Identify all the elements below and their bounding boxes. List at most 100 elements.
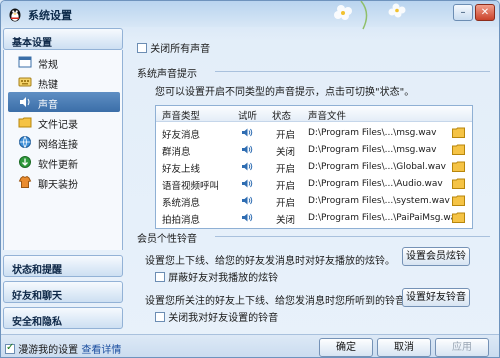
sound-type-cell: 好友上线 bbox=[162, 164, 201, 175]
preview-speaker-icon[interactable] bbox=[241, 144, 253, 155]
column-header-type: 声音类型 bbox=[162, 111, 201, 122]
sidebar-item-label: 文件记录 bbox=[38, 120, 78, 131]
sidebar-item-file-records[interactable]: 文件记录 bbox=[8, 112, 120, 132]
sound-type-cell: 拍拍消息 bbox=[162, 215, 201, 226]
table-row[interactable]: 群消息 关闭 D:\Program Files\...\msg.wav bbox=[156, 141, 472, 158]
ok-button[interactable]: 确定 bbox=[319, 338, 373, 357]
keyboard-icon bbox=[18, 77, 32, 87]
browse-folder-icon[interactable] bbox=[452, 127, 465, 138]
sidebar-item-label: 热键 bbox=[38, 80, 58, 91]
status-toggle[interactable]: 开启 bbox=[276, 161, 295, 175]
preview-speaker-icon[interactable] bbox=[241, 212, 253, 223]
browse-folder-icon[interactable] bbox=[452, 178, 465, 189]
sidebar-item-general[interactable]: 常规 bbox=[8, 52, 120, 72]
sidebar-header-basic[interactable]: 基本设置 bbox=[3, 28, 123, 50]
set-member-ringtone-button[interactable]: 设置会员炫铃 bbox=[402, 247, 470, 266]
sidebar-header-security-privacy[interactable]: 安全和隐私 bbox=[3, 307, 123, 329]
minimize-button[interactable]: – bbox=[453, 4, 473, 21]
network-globe-icon bbox=[19, 136, 31, 148]
dressup-icon bbox=[18, 175, 32, 188]
sidebar-item-sound[interactable]: 声音 bbox=[8, 92, 120, 112]
status-toggle[interactable]: 开启 bbox=[276, 195, 295, 209]
sound-type-table: 声音类型 试听 状态 声音文件 好友消息 开启 D:\Program Files\.… bbox=[155, 105, 473, 229]
sound-settings-panel: 关闭所有声音 系统声音提示 您可以设置开启不同类型的声音提示，点击可切换"状态"… bbox=[127, 28, 499, 333]
mute-all-option[interactable]: 关闭所有声音 bbox=[137, 40, 210, 55]
disable-friend-ringtone-checkbox[interactable] bbox=[155, 312, 165, 322]
sidebar-item-chat-dressup[interactable]: 聊天装扮 bbox=[8, 172, 120, 192]
column-header-file: 声音文件 bbox=[308, 111, 347, 122]
sound-file-path: D:\Program Files\...\PaiPaiMsg.wav bbox=[308, 213, 462, 223]
system-sound-description: 您可以设置开启不同类型的声音提示，点击可切换"状态"。 bbox=[155, 87, 415, 98]
flower-decoration-icon bbox=[334, 1, 406, 30]
settings-window: 系统设置 – ✕ 基本设置 常规 热键 声音 文件记录 网络连接 软件更新 聊天… bbox=[0, 0, 500, 358]
sidebar-header-friends-chat[interactable]: 好友和聊天 bbox=[3, 281, 123, 303]
system-sound-section-title: 系统声音提示 bbox=[137, 69, 197, 80]
sidebar-item-label: 网络连接 bbox=[38, 140, 78, 151]
sidebar-item-label: 聊天装扮 bbox=[38, 180, 78, 191]
window-icon bbox=[18, 56, 32, 68]
sound-file-path: D:\Program Files\...\msg.wav bbox=[308, 128, 437, 138]
sound-file-path: D:\Program Files\...\Audio.wav bbox=[308, 179, 443, 189]
sound-file-path: D:\Program Files\...\Global.wav bbox=[308, 162, 446, 172]
speaker-icon bbox=[20, 97, 30, 107]
close-button[interactable]: ✕ bbox=[475, 4, 495, 21]
block-friend-ringtone-label: 屏蔽好友对我播放的炫铃 bbox=[168, 273, 279, 284]
table-row[interactable]: 系统消息 开启 D:\Program Files\...\system.wav bbox=[156, 192, 472, 209]
preview-speaker-icon[interactable] bbox=[241, 195, 253, 206]
preview-speaker-icon[interactable] bbox=[241, 178, 253, 189]
sound-type-cell: 系统消息 bbox=[162, 198, 201, 209]
member-ringtone-section-title: 会员个性铃音 bbox=[137, 234, 197, 245]
table-row[interactable]: 好友消息 开启 D:\Program Files\...\msg.wav bbox=[156, 124, 472, 141]
browse-folder-icon[interactable] bbox=[452, 161, 465, 172]
roaming-settings-option[interactable]: 漫游我的设置 查看详情 bbox=[5, 341, 121, 356]
sidebar-header-status-alerts[interactable]: 状态和提醒 bbox=[3, 255, 123, 277]
sidebar-item-hotkeys[interactable]: 热键 bbox=[8, 72, 120, 92]
sidebar-item-label: 声音 bbox=[38, 100, 58, 111]
section-divider bbox=[215, 71, 490, 72]
disable-friend-ringtone-option[interactable]: 关闭我对好友设置的铃音 bbox=[155, 309, 278, 324]
sidebar-item-label: 常规 bbox=[38, 60, 58, 71]
block-friend-ringtone-option[interactable]: 屏蔽好友对我播放的炫铃 bbox=[155, 269, 278, 284]
dialog-footer: 漫游我的设置 查看详情 确定 取消 应用 bbox=[1, 334, 499, 357]
sidebar-item-software-update[interactable]: 软件更新 bbox=[8, 152, 120, 172]
mute-all-label: 关闭所有声音 bbox=[150, 44, 211, 55]
status-toggle[interactable]: 关闭 bbox=[276, 212, 295, 226]
preview-speaker-icon[interactable] bbox=[241, 127, 253, 138]
preview-speaker-icon[interactable] bbox=[241, 161, 253, 172]
table-row[interactable]: 拍拍消息 关闭 D:\Program Files\...\PaiPaiMsg.wav bbox=[156, 209, 472, 226]
status-toggle[interactable]: 开启 bbox=[276, 178, 295, 192]
table-header: 声音类型 试听 状态 声音文件 bbox=[156, 106, 472, 122]
mute-all-checkbox[interactable] bbox=[137, 43, 147, 53]
section-divider bbox=[215, 236, 490, 237]
roaming-settings-label: 漫游我的设置 bbox=[18, 345, 79, 356]
title-bar[interactable]: 系统设置 – ✕ bbox=[1, 1, 499, 30]
table-row[interactable]: 好友上线 开启 D:\Program Files\...\Global.wav bbox=[156, 158, 472, 175]
cancel-button[interactable]: 取消 bbox=[377, 338, 431, 357]
sound-type-cell: 群消息 bbox=[162, 147, 191, 158]
set-friend-ringtone-button[interactable]: 设置好友铃音 bbox=[402, 288, 470, 307]
sidebar-item-network[interactable]: 网络连接 bbox=[8, 132, 120, 152]
sidebar-nav-list: 常规 热键 声音 文件记录 网络连接 软件更新 聊天装扮 bbox=[3, 50, 123, 250]
sound-file-path: D:\Program Files\...\msg.wav bbox=[308, 145, 437, 155]
view-details-link[interactable]: 查看详情 bbox=[81, 345, 121, 356]
update-icon bbox=[19, 156, 31, 168]
status-toggle[interactable]: 开启 bbox=[276, 127, 295, 141]
sidebar-item-label: 软件更新 bbox=[38, 160, 78, 171]
sound-file-path: D:\Program Files\...\system.wav bbox=[308, 196, 450, 206]
qq-penguin-icon bbox=[9, 8, 21, 22]
column-header-status: 状态 bbox=[272, 111, 292, 122]
block-friend-ringtone-checkbox[interactable] bbox=[155, 272, 165, 282]
folder-icon bbox=[18, 117, 32, 128]
browse-folder-icon[interactable] bbox=[452, 144, 465, 155]
member-ringtone-description: 设置您上下线、给您的好友发消息时对好友播放的炫铃。 bbox=[145, 256, 395, 267]
sound-type-cell: 语音视频呼叫 bbox=[162, 181, 220, 192]
sidebar: 基本设置 常规 热键 声音 文件记录 网络连接 软件更新 聊天装扮 状态和提醒 … bbox=[3, 28, 125, 333]
status-toggle[interactable]: 关闭 bbox=[276, 144, 295, 158]
browse-folder-icon[interactable] bbox=[452, 212, 465, 223]
browse-folder-icon[interactable] bbox=[452, 195, 465, 206]
apply-button[interactable]: 应用 bbox=[435, 338, 489, 357]
disable-friend-ringtone-label: 关闭我对好友设置的铃音 bbox=[168, 313, 279, 324]
sound-type-cell: 好友消息 bbox=[162, 130, 201, 141]
table-row[interactable]: 语音视频呼叫 开启 D:\Program Files\...\Audio.wav bbox=[156, 175, 472, 192]
roaming-settings-checkbox[interactable] bbox=[5, 342, 15, 354]
